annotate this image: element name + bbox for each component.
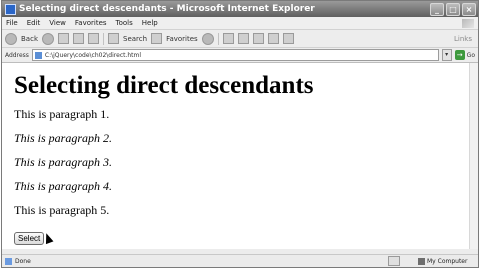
paragraph-4: This is paragraph 4. [14, 179, 113, 193]
go-arrow-icon: → [454, 50, 465, 60]
print-icon[interactable] [237, 33, 249, 44]
vertical-scrollbar[interactable] [469, 63, 478, 249]
zone-label: My Computer [427, 257, 468, 265]
address-input[interactable]: C:\jQuery\code\ch02\direct.html [31, 49, 439, 61]
search-icon[interactable] [108, 33, 119, 44]
messenger-icon[interactable] [282, 33, 294, 44]
stop-icon[interactable] [58, 33, 69, 44]
favorites-star-icon[interactable] [151, 33, 163, 44]
close-button[interactable]: × [462, 2, 476, 16]
ie-icon [5, 3, 16, 15]
maximize-button[interactable]: □ [446, 2, 460, 16]
address-dropdown-icon[interactable]: ▾ [441, 49, 452, 61]
minimize-button[interactable]: _ [430, 2, 444, 16]
discuss-icon[interactable] [267, 33, 279, 44]
page-content: Selecting direct descendants This is par… [2, 63, 478, 249]
home-icon[interactable] [88, 33, 99, 44]
favorites-button-label[interactable]: Favorites [166, 35, 198, 43]
edit-icon[interactable] [252, 33, 264, 44]
window-controls: _ □ × [430, 2, 476, 16]
standard-toolbar: Back Search Favorites Links [2, 30, 478, 48]
select-button[interactable]: Select [14, 232, 45, 245]
address-bar: Address C:\jQuery\code\ch02\direct.html … [2, 48, 478, 63]
refresh-icon[interactable] [73, 33, 84, 44]
search-button-label[interactable]: Search [123, 35, 147, 43]
paragraph-1: This is paragraph 1. [14, 107, 110, 121]
paragraph-2: This is paragraph 2. [14, 131, 113, 145]
mail-icon[interactable] [222, 33, 234, 44]
paragraph-3: This is paragraph 3. [14, 155, 113, 169]
forward-arrow-icon[interactable] [42, 32, 54, 45]
page-done-icon [5, 257, 12, 265]
page-icon [34, 51, 42, 59]
document-body: Selecting direct descendants This is par… [2, 63, 478, 246]
menu-edit[interactable]: Edit [27, 19, 41, 27]
address-label: Address [5, 51, 29, 59]
menu-bar: File Edit View Favorites Tools Help [2, 17, 478, 30]
title-bar: Selecting direct descendants - Microsoft… [2, 1, 478, 17]
browser-window: Selecting direct descendants - Microsoft… [1, 0, 479, 268]
address-url[interactable]: C:\jQuery\code\ch02\direct.html [45, 52, 141, 59]
toolbar-separator [217, 32, 219, 45]
status-text: Done [15, 257, 31, 265]
page-heading: Selecting direct descendants [14, 72, 314, 99]
history-icon[interactable] [201, 32, 214, 45]
security-zone-icon [388, 256, 400, 266]
computer-icon [418, 257, 425, 265]
back-button-label[interactable]: Back [21, 35, 38, 43]
go-button[interactable]: → Go [454, 50, 475, 60]
links-label[interactable]: Links [454, 35, 472, 43]
menu-tools[interactable]: Tools [116, 19, 133, 27]
back-arrow-icon[interactable] [5, 32, 17, 45]
toolbar-separator [103, 32, 104, 45]
menu-file[interactable]: File [6, 19, 18, 27]
status-bar: Done My Computer [2, 254, 478, 267]
menu-view[interactable]: View [49, 19, 66, 27]
menu-help[interactable]: Help [142, 19, 158, 27]
windows-flag-icon [462, 18, 474, 28]
go-label: Go [466, 51, 475, 59]
window-title: Selecting direct descendants - Microsoft… [19, 4, 315, 14]
menu-favorites[interactable]: Favorites [75, 19, 107, 27]
paragraph-5: This is paragraph 5. [14, 203, 110, 217]
zone-indicator: My Computer [418, 257, 478, 265]
